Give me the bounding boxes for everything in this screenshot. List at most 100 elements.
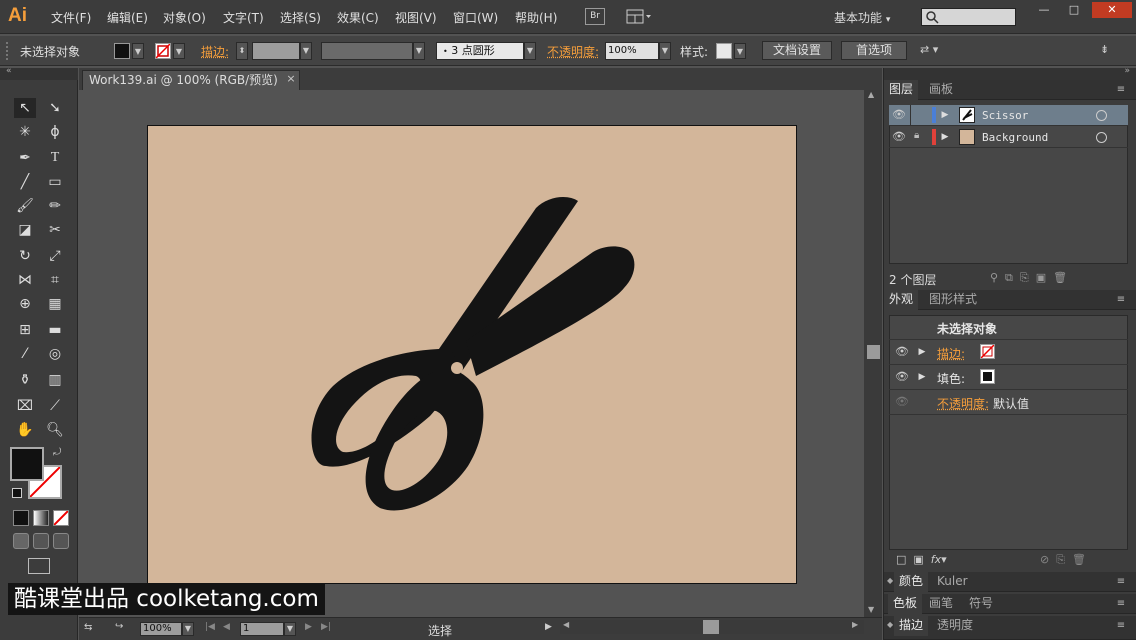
stroke-swatch[interactable] (980, 344, 995, 359)
selection-tool-icon[interactable]: ↖ (14, 98, 36, 118)
opacity-link[interactable]: 不透明度: (937, 395, 989, 412)
graphic-style-swatch[interactable] (716, 43, 732, 59)
layer-name[interactable]: Scissor (982, 109, 1028, 122)
close-window-button[interactable]: ✕ (1092, 2, 1132, 18)
visibility-eye-icon[interactable]: 👁︎ (892, 108, 906, 122)
opacity-label-text[interactable]: 不透明度: (547, 45, 599, 59)
opacity-dropdown-icon[interactable]: ▼ (659, 42, 671, 60)
swap-colors-icon[interactable]: ⤾ (53, 447, 65, 459)
pen-tool-icon[interactable]: ✒ (14, 148, 36, 168)
tab-stroke[interactable]: 描边 (894, 616, 929, 636)
appearance-panel-menu-icon[interactable]: ≡ (1114, 294, 1128, 306)
fill-swatch[interactable] (980, 369, 995, 384)
layer-target-icon[interactable] (1096, 110, 1107, 121)
minimize-button[interactable]: — (1030, 2, 1058, 18)
artboard-navigation-icon[interactable]: ⇆ (84, 622, 106, 636)
layer-row-background[interactable]: 👁︎ 🔒︎ ▶ Background (889, 127, 1128, 148)
tab-layers[interactable]: 图层 (884, 80, 919, 100)
bridge-button[interactable]: Br (585, 8, 605, 25)
menu-help[interactable]: 帮助(H) (515, 9, 557, 26)
appearance-footer-icons[interactable]: □ ▣ fx▾ (896, 553, 947, 566)
tools-panel-header[interactable]: « (0, 66, 78, 80)
stroke-color-swatch[interactable] (155, 43, 171, 59)
fill-color-box[interactable] (10, 447, 44, 481)
next-artboard-icon[interactable]: ▶ (305, 622, 312, 632)
swatches-panel-menu-icon[interactable]: ≡ (1114, 598, 1128, 610)
layer-name[interactable]: Background (982, 131, 1048, 144)
vertical-scroll-thumb[interactable] (867, 345, 880, 359)
variable-width-profile[interactable] (321, 42, 413, 60)
tab-transparency[interactable]: 透明度 (932, 616, 978, 636)
expand-layer-icon[interactable]: ▶ (940, 130, 950, 144)
dock-header[interactable]: » (884, 66, 1136, 80)
restore-button[interactable]: □ (1060, 2, 1088, 18)
stroke-weight-input[interactable] (252, 42, 300, 60)
tab-brushes[interactable]: 画笔 (924, 594, 958, 614)
gradient-mode-icon[interactable] (33, 510, 49, 526)
none-mode-icon[interactable] (53, 510, 69, 526)
tab-artboards[interactable]: 画板 (924, 80, 958, 100)
column-graph-tool-icon[interactable]: ▥ (44, 370, 66, 390)
previous-artboard-icon[interactable]: ◀ (223, 622, 230, 632)
color-mode-icon[interactable] (13, 510, 29, 526)
width-tool-icon[interactable]: ⋈ (14, 270, 36, 290)
stroke-label[interactable]: 描边: (201, 43, 229, 60)
layer-row-scissor[interactable]: 👁︎ ▶ Scissor (889, 105, 1128, 126)
opacity-input[interactable]: 100% (605, 42, 659, 60)
type-tool-icon[interactable]: T (44, 148, 66, 168)
fill-dropdown-icon[interactable]: ▼ (132, 43, 144, 59)
color-panel-menu-icon[interactable]: ≡ (1114, 576, 1128, 588)
workspace-switcher[interactable]: 基本功能 ▾ (834, 9, 890, 26)
visibility-eye-icon[interactable]: 👁︎ (895, 345, 909, 359)
last-artboard-icon[interactable]: ▶| (321, 622, 331, 632)
expand-stroke-icon[interactable]: ▶ (917, 345, 927, 359)
layers-panel-menu-icon[interactable]: ≡ (1114, 84, 1128, 96)
menu-object[interactable]: 对象(O) (163, 9, 206, 26)
stroke-weight-dropdown-icon[interactable]: ▼ (300, 42, 312, 60)
symbol-sprayer-tool-icon[interactable]: ⚱ (14, 370, 36, 390)
paintbrush-tool-icon[interactable]: 🖌 (14, 196, 36, 216)
eyedropper-tool-icon[interactable]: ⁄ (14, 344, 36, 364)
profile-dropdown-icon[interactable]: ▼ (413, 42, 425, 60)
arrange-documents-icon[interactable] (626, 9, 652, 25)
blob-brush-tool-icon[interactable]: ◪ (14, 220, 36, 240)
stroke-dropdown-icon[interactable]: ▼ (173, 43, 185, 59)
shape-builder-tool-icon[interactable]: ⊕ (14, 294, 36, 314)
opacity-label[interactable]: 不透明度: (547, 43, 599, 60)
control-bar-menu-icon[interactable]: ⇟ (1100, 43, 1118, 59)
artboard-dropdown-icon[interactable]: ▼ (284, 622, 296, 636)
arrange-icon[interactable]: ⇄ ▾ (920, 43, 950, 59)
tab-swatches[interactable]: 色板 (888, 594, 923, 614)
stroke-link[interactable]: 描边: (937, 345, 965, 362)
draw-behind-icon[interactable] (33, 533, 49, 549)
appearance-footer-right-icons[interactable]: ⊘ ⎘ 🗑︎ (1040, 553, 1086, 567)
expand-fill-icon[interactable]: ▶ (917, 370, 927, 384)
lasso-tool-icon[interactable]: ϕ (44, 122, 66, 142)
draw-normal-icon[interactable] (13, 533, 29, 549)
menu-window[interactable]: 窗口(W) (453, 9, 498, 26)
scissors-tool-icon[interactable]: ✂ (44, 220, 66, 240)
status-menu-icon[interactable]: ▶ (545, 622, 552, 632)
stroke-weight-stepper[interactable]: ⬍ (236, 42, 248, 60)
blend-tool-icon[interactable]: ◎ (44, 344, 66, 364)
zoom-tool-icon[interactable]: 🔍︎ (44, 420, 66, 440)
menu-effect[interactable]: 效果(C) (337, 9, 379, 26)
tab-kuler[interactable]: Kuler (932, 572, 973, 592)
default-colors-icon[interactable] (12, 488, 22, 498)
hand-tool-icon[interactable]: ✋ (14, 420, 36, 440)
document-setup-button[interactable]: 文档设置 (762, 41, 832, 60)
stroke-label-text[interactable]: 描边: (201, 45, 229, 59)
menu-type[interactable]: 文字(T) (223, 9, 264, 26)
opacity-link-text[interactable]: 不透明度: (937, 397, 989, 411)
magic-wand-tool-icon[interactable]: ✳ (14, 122, 36, 142)
tab-appearance[interactable]: 外观 (884, 290, 919, 310)
expand-layer-icon[interactable]: ▶ (940, 108, 950, 122)
draw-inside-icon[interactable] (53, 533, 69, 549)
direct-selection-tool-icon[interactable]: ➘ (44, 98, 66, 118)
pencil-tool-icon[interactable]: ✏ (44, 196, 66, 216)
gradient-tool-icon[interactable]: ▬ (44, 320, 66, 340)
preferences-button[interactable]: 首选项 (841, 41, 907, 60)
visibility-eye-icon[interactable]: 👁︎ (895, 395, 909, 409)
document-tab[interactable]: Work139.ai @ 100% (RGB/预览) (82, 70, 300, 90)
rectangle-tool-icon[interactable]: ▭ (44, 172, 66, 192)
